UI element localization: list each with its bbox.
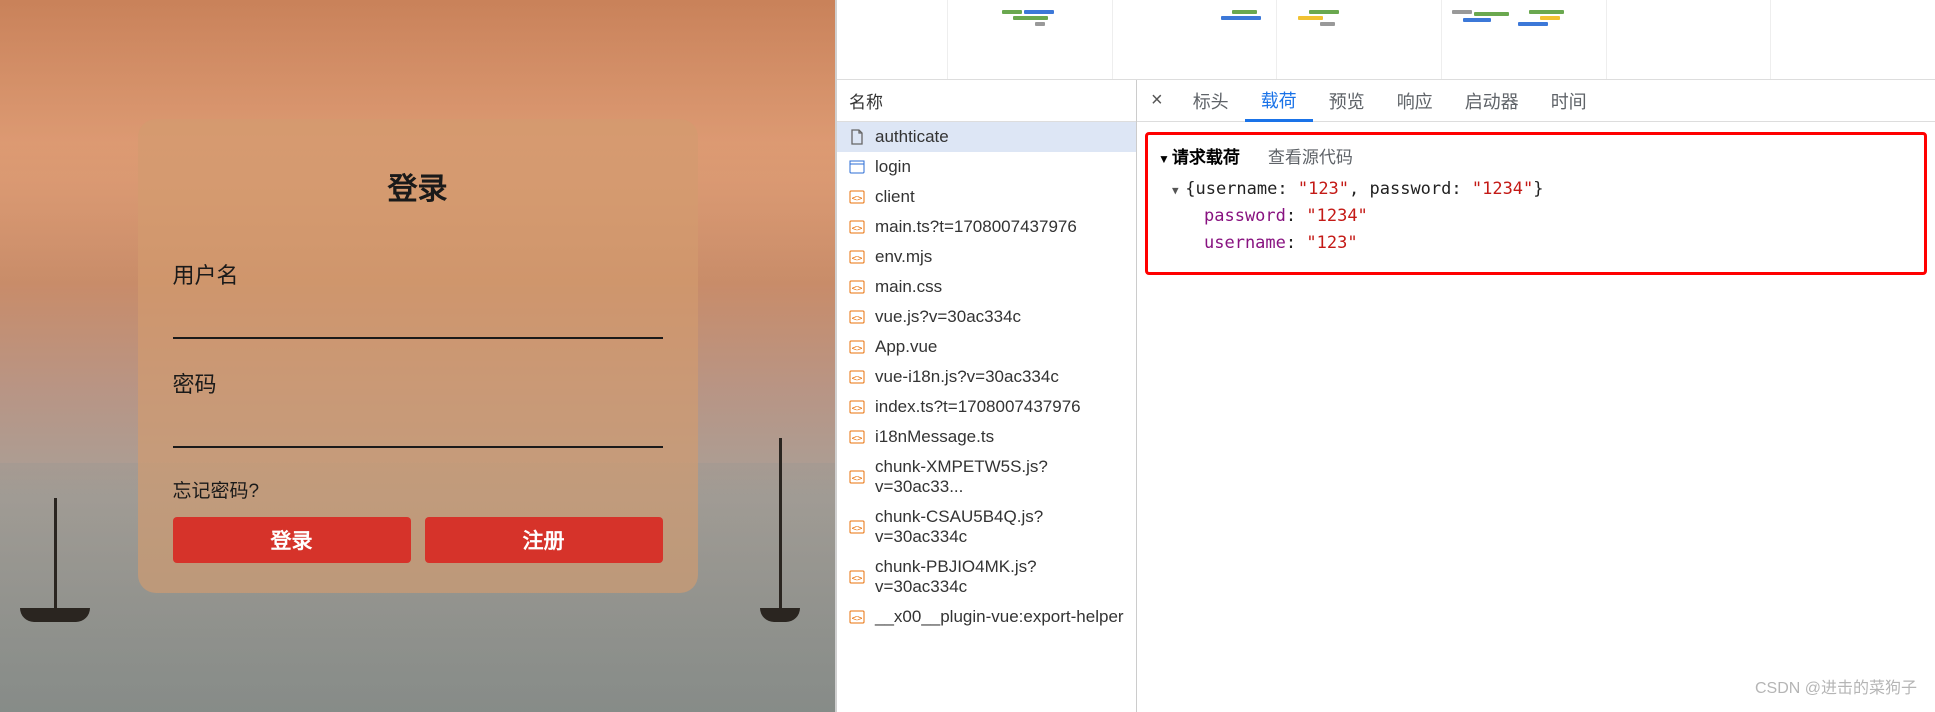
svg-text:<>: <> [852,434,863,444]
js-file-icon: <> [849,469,865,485]
tab-response[interactable]: 响应 [1381,80,1449,121]
view-source-link[interactable]: 查看源代码 [1268,143,1353,168]
request-name: i18nMessage.ts [875,427,994,447]
tab-preview[interactable]: 预览 [1313,80,1381,121]
payload-json-property[interactable]: password: "1234" [1158,203,1914,230]
doc-file-icon [849,129,865,145]
forgot-password-link[interactable]: 忘记密码? [173,476,663,503]
payload-json-property[interactable]: username: "123" [1158,230,1914,257]
network-request-list: 名称 authticate login <> client <> main.ts?t=17… [837,80,1137,712]
network-request-row[interactable]: <> chunk-PBJIO4MK.js?v=30ac334c [837,552,1136,602]
js-file-icon: <> [849,399,865,415]
network-request-row[interactable]: <> vue-i18n.js?v=30ac334c [837,362,1136,392]
js-file-icon: <> [849,279,865,295]
network-request-row[interactable]: <> client [837,182,1136,212]
svg-text:<>: <> [852,524,863,534]
svg-text:<>: <> [852,574,863,584]
network-waterfall[interactable] [837,0,1935,80]
request-name: authticate [875,127,949,147]
svg-text:<>: <> [852,474,863,484]
username-input[interactable] [173,300,663,339]
network-request-row[interactable]: login [837,152,1136,182]
request-name: index.ts?t=1708007437976 [875,397,1081,417]
request-name: env.mjs [875,247,932,267]
password-input[interactable] [173,409,663,448]
svg-text:<>: <> [852,254,863,264]
network-request-row[interactable]: <> main.ts?t=1708007437976 [837,212,1136,242]
svg-text:<>: <> [852,614,863,624]
request-name: chunk-PBJIO4MK.js?v=30ac334c [875,557,1124,597]
request-name: __x00__plugin-vue:export-helper [875,607,1124,627]
boat-decoration [760,438,800,622]
svg-text:<>: <> [852,404,863,414]
devtools-panel: 名称 authticate login <> client <> main.ts?t=17… [835,0,1935,712]
js-file-icon: <> [849,189,865,205]
js-file-icon: <> [849,519,865,535]
close-icon[interactable]: × [1145,89,1177,112]
js-file-icon: <> [849,369,865,385]
username-label: 用户名 [173,258,663,290]
watermark: CSDN @进击的菜狗子 [1755,674,1917,698]
network-request-row[interactable]: <> App.vue [837,332,1136,362]
login-button[interactable]: 登录 [173,517,411,563]
details-tabs: × 标头 载荷 预览 响应 启动器 时间 [1137,80,1935,122]
js-file-icon: <> [849,339,865,355]
svg-text:<>: <> [852,224,863,234]
login-card: 登录 用户名 密码 忘记密码? 登录 注册 [138,119,698,593]
payload-content: 请求载荷 查看源代码 {username: "123", password: "… [1137,122,1935,712]
network-request-row[interactable]: <> chunk-CSAU5B4Q.js?v=30ac334c [837,502,1136,552]
tab-initiator[interactable]: 启动器 [1449,80,1535,121]
request-name: vue-i18n.js?v=30ac334c [875,367,1059,387]
svg-text:<>: <> [852,194,863,204]
register-button[interactable]: 注册 [425,517,663,563]
login-page-background: 登录 用户名 密码 忘记密码? 登录 注册 [0,0,835,712]
tab-headers[interactable]: 标头 [1177,80,1245,121]
network-list-header[interactable]: 名称 [837,80,1136,122]
button-row: 登录 注册 [173,517,663,563]
js-file-icon: <> [849,429,865,445]
svg-text:<>: <> [852,284,863,294]
js-file-icon: <> [849,219,865,235]
svg-text:<>: <> [852,374,863,384]
network-request-row[interactable]: <> main.css [837,272,1136,302]
highlight-box: 请求载荷 查看源代码 {username: "123", password: "… [1145,132,1927,275]
request-name: main.css [875,277,942,297]
html-file-icon [849,159,865,175]
network-request-row[interactable]: <> index.ts?t=1708007437976 [837,392,1136,422]
js-file-icon: <> [849,569,865,585]
request-name: vue.js?v=30ac334c [875,307,1021,327]
request-name: login [875,157,911,177]
tab-timing[interactable]: 时间 [1535,80,1603,121]
network-request-row[interactable]: <> i18nMessage.ts [837,422,1136,452]
login-title: 登录 [173,164,663,208]
js-file-icon: <> [849,609,865,625]
request-name: App.vue [875,337,937,357]
request-name: chunk-XMPETW5S.js?v=30ac33... [875,457,1124,497]
svg-text:<>: <> [852,314,863,324]
network-request-row[interactable]: <> chunk-XMPETW5S.js?v=30ac33... [837,452,1136,502]
request-name: client [875,187,915,207]
network-request-row[interactable]: <> env.mjs [837,242,1136,272]
tab-payload[interactable]: 载荷 [1245,81,1313,122]
request-details-panel: × 标头 载荷 预览 响应 启动器 时间 请求载荷 查看源代码 {usernam… [1137,80,1935,712]
network-request-row[interactable]: <> vue.js?v=30ac334c [837,302,1136,332]
svg-text:<>: <> [852,344,863,354]
payload-json-summary[interactable]: {username: "123", password: "1234"} [1158,176,1914,203]
request-name: main.ts?t=1708007437976 [875,217,1077,237]
request-name: chunk-CSAU5B4Q.js?v=30ac334c [875,507,1124,547]
network-request-row[interactable]: authticate [837,122,1136,152]
js-file-icon: <> [849,249,865,265]
js-file-icon: <> [849,309,865,325]
network-request-row[interactable]: <> __x00__plugin-vue:export-helper [837,602,1136,632]
boat-decoration [20,498,90,622]
payload-section-title[interactable]: 请求载荷 [1158,143,1240,168]
password-label: 密码 [173,367,663,399]
